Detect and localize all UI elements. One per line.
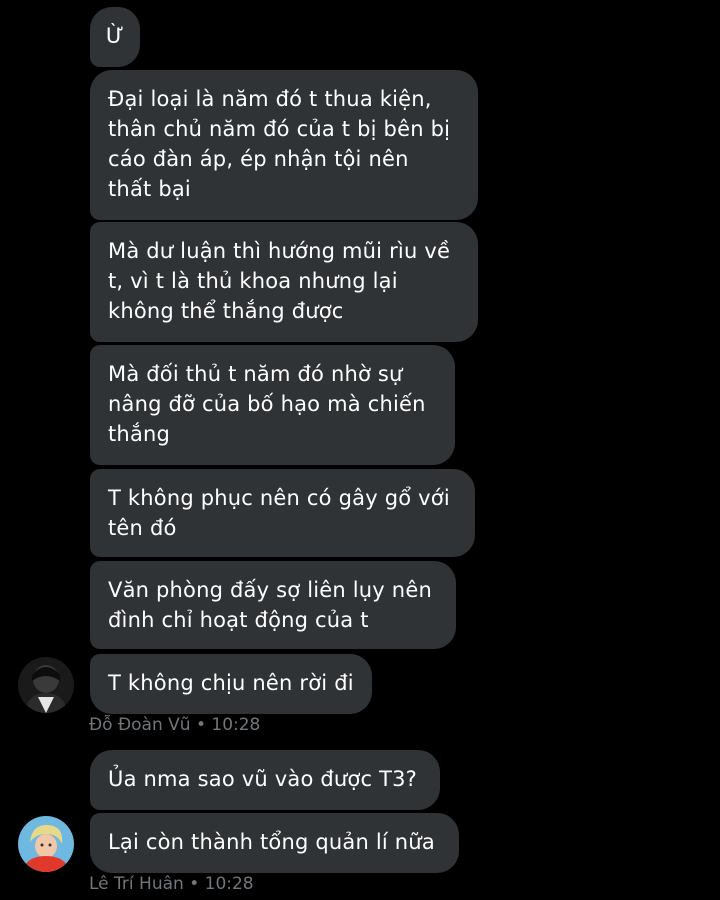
message-bubble[interactable]: Mà đối thủ t năm đó nhờ sự nâng đỡ của b…: [90, 345, 455, 465]
message-bubble[interactable]: Ừ: [90, 7, 140, 67]
sender-avatar[interactable]: [18, 816, 74, 872]
message-bubble[interactable]: Ủa nma sao vũ vào được T3?: [90, 750, 440, 810]
user-avatar-dark-icon: [18, 657, 74, 713]
message-bubble[interactable]: Mà dư luận thì hướng mũi rìu về t, vì t …: [90, 222, 478, 342]
sender-avatar[interactable]: [18, 657, 74, 713]
chat-thread: Ừ Đại loại là năm đó t thua kiện, thân c…: [0, 0, 720, 900]
sender-name-timestamp: Lê Trí Huân • 10:28: [89, 874, 254, 894]
message-bubble[interactable]: T không chịu nên rời đi: [90, 654, 372, 714]
sender-name-timestamp: Đỗ Đoàn Vũ • 10:28: [89, 715, 261, 735]
message-bubble[interactable]: Đại loại là năm đó t thua kiện, thân chủ…: [90, 70, 478, 220]
message-bubble[interactable]: T không phục nên có gây gổ với tên đó: [90, 469, 475, 557]
message-bubble[interactable]: Lại còn thành tổng quản lí nữa: [90, 813, 459, 873]
user-avatar-colorful-icon: [18, 816, 74, 872]
message-bubble[interactable]: Văn phòng đấy sợ liên lụy nên đình chỉ h…: [90, 561, 456, 649]
